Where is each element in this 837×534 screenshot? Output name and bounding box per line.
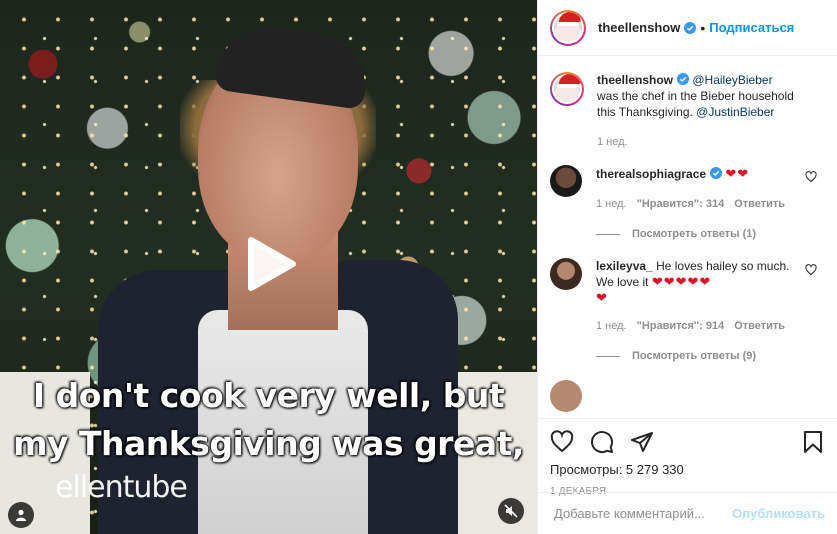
comment-likes[interactable]: "Нравится": 914 — [637, 318, 725, 334]
post-actions: Просмотры: 5 279 330 1 ДЕКАБРЯ — [538, 418, 837, 497]
comment-item-partial — [550, 380, 825, 412]
post-header: theellenshow • Подписаться — [538, 0, 837, 56]
commenter-username[interactable]: therealsophiagrace — [596, 167, 706, 181]
caption-username[interactable]: theellenshow — [597, 73, 673, 87]
santa-hat-avatar-image — [554, 76, 580, 102]
caption-timestamp[interactable]: 1 нед. — [597, 134, 628, 150]
reply-button[interactable]: Ответить — [734, 196, 785, 212]
play-icon — [248, 237, 296, 291]
post-viewer: I don't cook very well, but my Thanksgiv… — [0, 0, 837, 534]
mention-link-justin[interactable]: @JustinBieber — [696, 105, 774, 119]
heart-icon[interactable] — [550, 430, 574, 454]
comment-item: therealsophiagrace ❤❤ 1 нед. "Нравится":… — [550, 165, 825, 212]
comments-list[interactable]: theellenshow @HaileyBieber was the chef … — [538, 56, 837, 418]
play-button[interactable] — [237, 232, 301, 296]
post-sidebar: theellenshow • Подписаться theellenshow … — [537, 0, 837, 534]
heart-icon[interactable] — [805, 264, 817, 276]
verified-icon — [684, 21, 697, 34]
author-username[interactable]: theellenshow — [598, 20, 680, 35]
verified-icon — [677, 73, 690, 85]
commenter-avatar[interactable] — [550, 380, 582, 412]
comment-icon[interactable] — [590, 430, 614, 454]
comment-likes[interactable]: "Нравится": 314 — [637, 196, 725, 212]
heart-icon[interactable] — [805, 171, 817, 183]
commenter-avatar[interactable] — [550, 165, 582, 197]
heart-emoji: ❤❤❤❤❤ — [651, 274, 712, 289]
mute-icon — [504, 504, 518, 518]
caption-author-avatar[interactable] — [550, 72, 584, 106]
video-caption-line-2: my Thanksgiving was great, — [13, 424, 524, 463]
comment-item: lexileyva_ He loves hailey so much. We l… — [550, 258, 825, 334]
commenter-username[interactable]: lexileyva_ — [596, 259, 653, 273]
add-comment-bar: Опубликовать — [538, 492, 837, 534]
user-icon — [16, 509, 26, 521]
comment-timestamp[interactable]: 1 нед. — [596, 318, 627, 334]
tagged-users-button[interactable] — [8, 502, 34, 528]
heart-emoji: ❤ — [596, 290, 608, 305]
author-avatar[interactable] — [550, 9, 586, 46]
video-caption-line-1: I don't cook very well, but — [32, 376, 505, 415]
commenter-avatar[interactable] — [550, 258, 582, 290]
comment-input[interactable] — [554, 506, 733, 521]
mute-button[interactable] — [498, 498, 524, 524]
reply-button[interactable]: Ответить — [734, 318, 785, 334]
publish-button[interactable]: Опубликовать — [732, 506, 825, 521]
post-caption: theellenshow @HaileyBieber was the chef … — [550, 72, 825, 150]
comment-timestamp[interactable]: 1 нед. — [596, 196, 627, 212]
video-player[interactable]: I don't cook very well, but my Thanksgiv… — [0, 0, 537, 534]
mention-link-hailey[interactable]: @HaileyBieber — [692, 73, 772, 87]
verified-icon — [710, 167, 723, 179]
header-separator: • — [700, 19, 706, 36]
view-replies-button[interactable]: Посмотреть ответы (1) — [596, 228, 825, 240]
share-icon[interactable] — [630, 430, 654, 454]
views-count[interactable]: Просмотры: 5 279 330 — [550, 462, 825, 477]
heart-emoji: ❤❤ — [725, 166, 750, 181]
ellentube-watermark: ellentube — [55, 470, 188, 505]
view-replies-label: Посмотреть ответы (9) — [632, 350, 757, 362]
santa-hat-avatar-image — [554, 13, 582, 42]
follow-button[interactable]: Подписаться — [709, 20, 794, 35]
view-replies-label: Посмотреть ответы (1) — [632, 228, 757, 240]
view-replies-button[interactable]: Посмотреть ответы (9) — [596, 350, 825, 362]
bookmark-icon[interactable] — [801, 430, 825, 454]
